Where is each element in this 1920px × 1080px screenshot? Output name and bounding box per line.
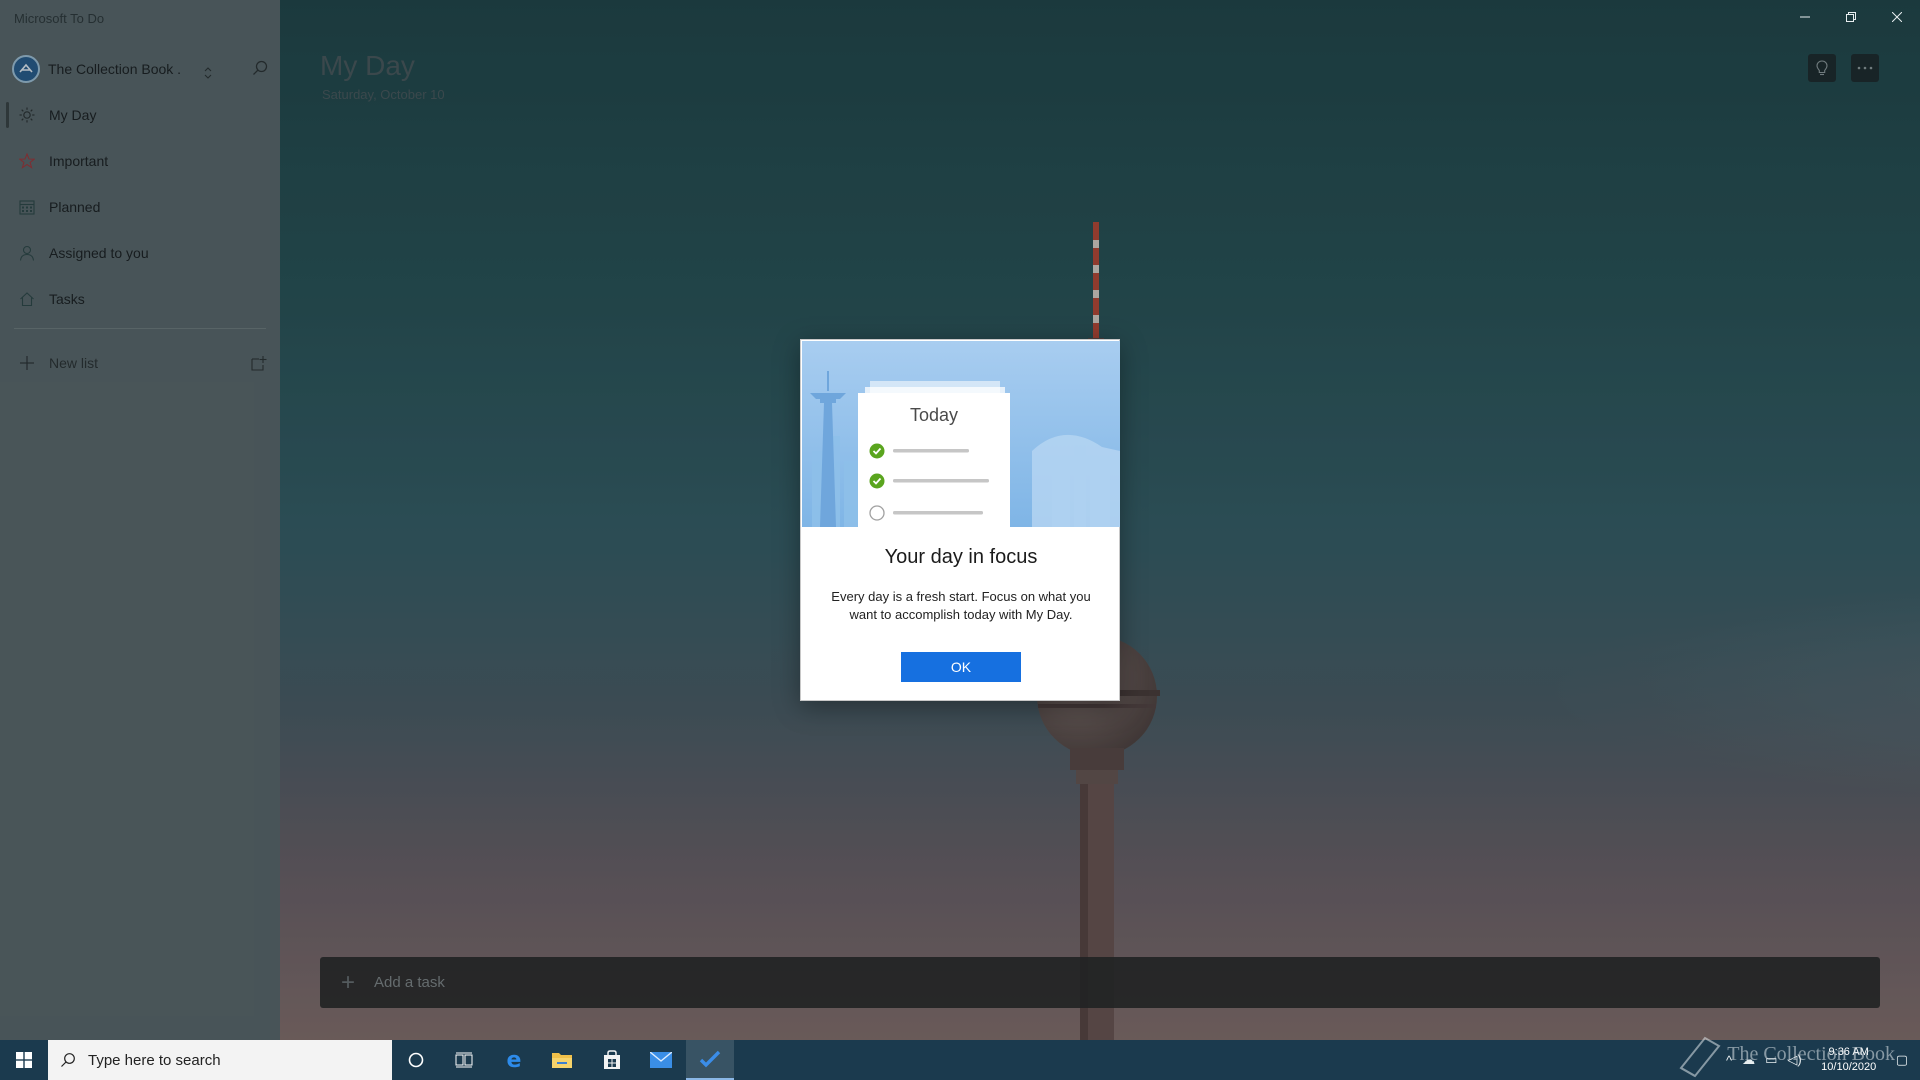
restore-icon	[1846, 12, 1856, 22]
cortana-button[interactable]	[392, 1040, 440, 1080]
minimize-button[interactable]	[1782, 0, 1828, 34]
windows-taskbar: Type here to search e ^ ☁ ▭ ◁) 9:36 AM 1…	[0, 1040, 1920, 1080]
mail-icon	[650, 1052, 672, 1068]
task-view-button[interactable]	[440, 1040, 488, 1080]
restore-button[interactable]	[1828, 0, 1874, 34]
svg-text:e: e	[507, 1049, 522, 1071]
mail-button[interactable]	[637, 1040, 685, 1080]
close-button[interactable]	[1874, 0, 1920, 34]
dialog-title: Your day in focus	[884, 546, 1038, 568]
edge-button[interactable]: e	[490, 1040, 538, 1080]
search-icon	[61, 1053, 75, 1067]
action-center-icon[interactable]: ▢	[1896, 1052, 1908, 1068]
dialog-body: Every day is a fresh start. Focus on wha…	[831, 589, 1091, 622]
start-button[interactable]	[0, 1040, 48, 1080]
windows-logo-icon	[16, 1052, 32, 1068]
task-view-icon	[455, 1052, 473, 1068]
today-list-illustration: Today	[810, 371, 1120, 527]
edge-icon: e	[507, 1049, 522, 1071]
cortana-icon	[408, 1052, 424, 1068]
todo-check-icon	[699, 1050, 721, 1068]
file-explorer-button[interactable]	[538, 1040, 586, 1080]
card-title: Today	[910, 405, 958, 425]
ok-button[interactable]: OK	[901, 652, 1021, 682]
minimize-icon	[1800, 16, 1810, 18]
watermark: The Collection Book	[1675, 1030, 1895, 1078]
folder-icon	[552, 1053, 572, 1068]
my-day-intro-dialog: Today Your day in focus Every day is a f…	[800, 339, 1120, 701]
book-icon	[1679, 1036, 1721, 1078]
taskbar-search-box[interactable]: Type here to search	[48, 1040, 392, 1080]
watermark-text: The Collection Book	[1727, 1042, 1895, 1065]
window-controls	[1782, 0, 1920, 34]
dialog-hero-illustration: Today	[802, 341, 1120, 527]
store-button[interactable]	[588, 1040, 636, 1080]
close-icon	[1892, 12, 1902, 22]
todo-app-button[interactable]	[686, 1040, 734, 1080]
taskbar-search-placeholder: Type here to search	[88, 1051, 221, 1069]
store-icon	[604, 1050, 620, 1069]
